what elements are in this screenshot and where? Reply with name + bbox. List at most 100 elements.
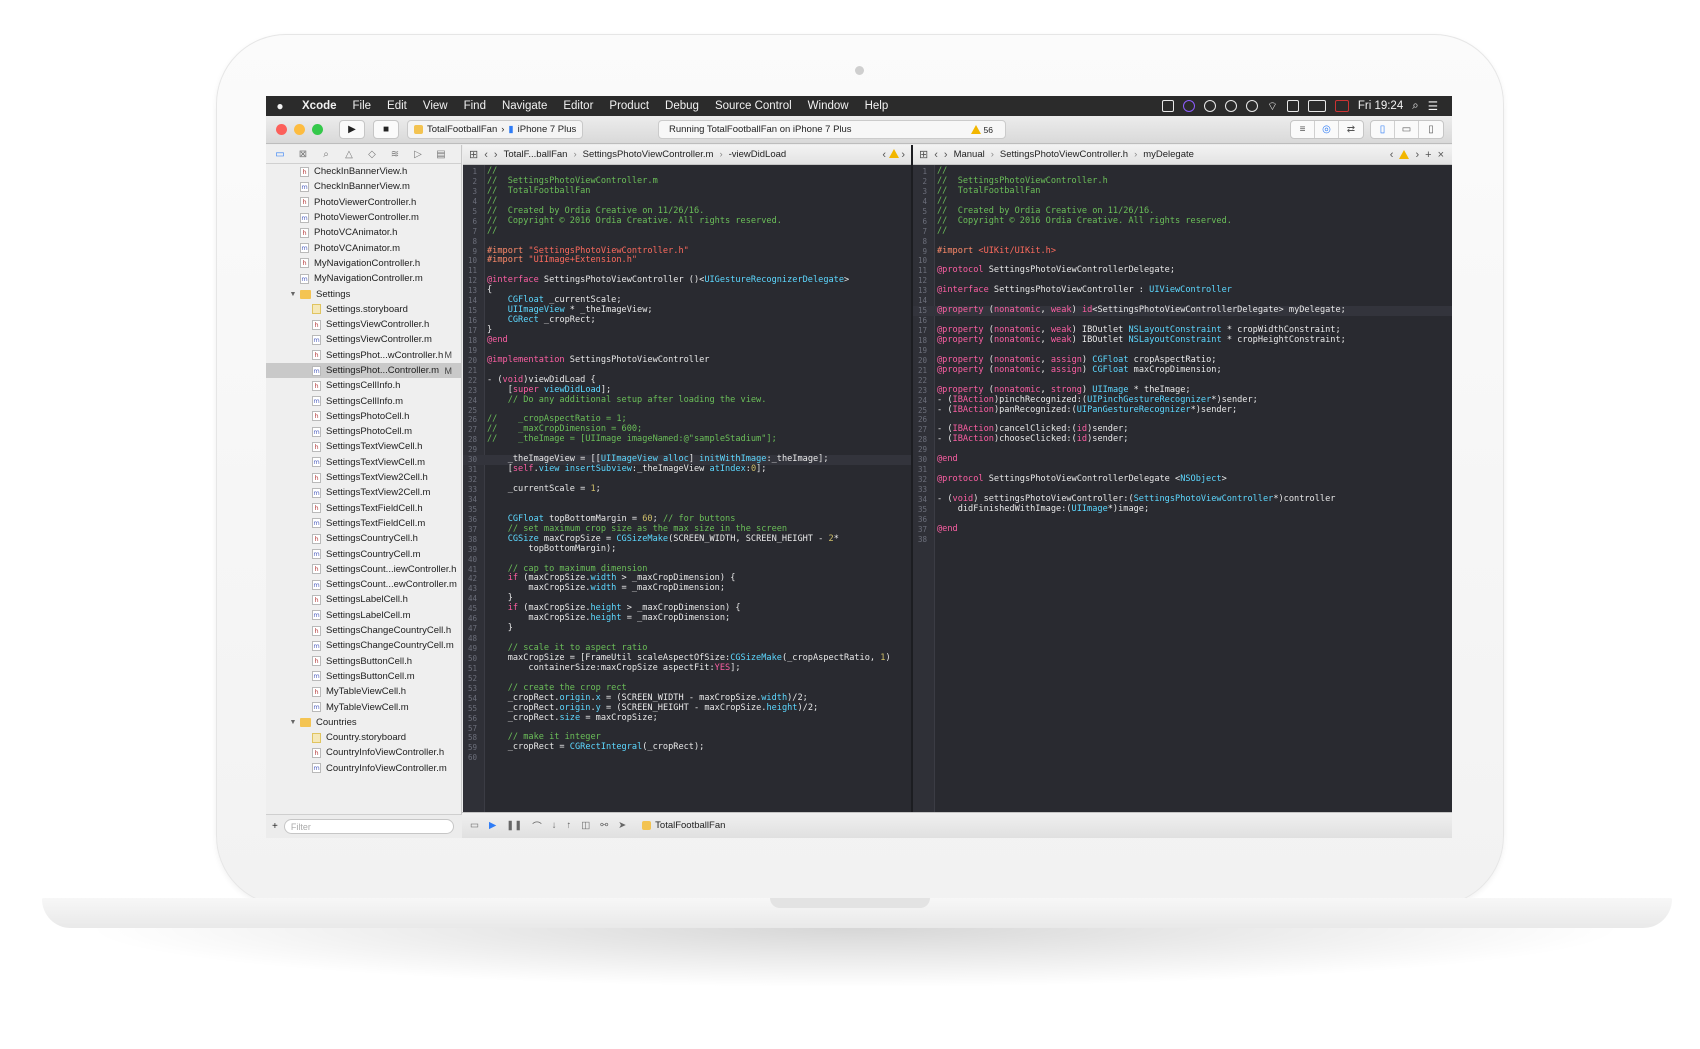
navigator-file[interactable]: m SettingsButtonCell.m bbox=[266, 669, 462, 684]
code-line[interactable]: 29 bbox=[913, 445, 1452, 455]
hide-debug-area-icon[interactable]: ▭ bbox=[470, 820, 479, 831]
navigator-file[interactable]: m SettingsCount...ewController.m bbox=[266, 577, 462, 592]
standard-editor-icon[interactable]: ≡ bbox=[1291, 121, 1315, 138]
back-arrow-icon[interactable]: ‹ bbox=[934, 149, 938, 161]
code-line[interactable]: 10 #import "UIImage+Extension.h" bbox=[463, 255, 911, 266]
disclosure-triangle-icon[interactable]: ▼ bbox=[288, 719, 298, 726]
issue-warning-icon[interactable]: △ bbox=[341, 149, 357, 160]
navigator-file[interactable]: h MyTableViewCell.h bbox=[266, 684, 462, 699]
next-issue-icon[interactable]: › bbox=[1415, 149, 1419, 161]
navigator-file[interactable]: h SettingsPhot...wController.h M bbox=[266, 348, 462, 363]
code-line[interactable]: 25 - (IBAction)panRecognized:(UIPanGestur… bbox=[913, 405, 1452, 416]
navigator-file[interactable]: h CheckInBannerView.h bbox=[266, 164, 462, 179]
code-line[interactable]: 11 @protocol SettingsPhotoViewControllerD… bbox=[913, 265, 1452, 276]
jump-mode[interactable]: Manual bbox=[954, 149, 985, 160]
step-over-icon[interactable]: ⌒ bbox=[532, 819, 542, 833]
navigator-file[interactable]: m SettingsPhot...Controller.m M bbox=[266, 362, 462, 379]
menu-window[interactable]: Window bbox=[800, 100, 857, 112]
navigator-file[interactable]: h PhotoVCAnimator.h bbox=[266, 225, 462, 240]
related-items-icon[interactable]: ⊞ bbox=[469, 148, 478, 161]
navigator-file[interactable]: m MyNavigationController.m bbox=[266, 271, 462, 286]
code-line[interactable]: 56 _cropRect.size = maxCropSize; bbox=[463, 713, 911, 724]
navigator-file[interactable]: h PhotoViewerController.h bbox=[266, 195, 462, 210]
navigator-file[interactable]: h SettingsCount...iewController.h bbox=[266, 562, 462, 577]
navigator-file[interactable]: h SettingsTextViewCell.h bbox=[266, 439, 462, 454]
airplay-icon[interactable] bbox=[1286, 100, 1299, 112]
folder-icon[interactable]: ▭ bbox=[272, 149, 288, 160]
warning-icon[interactable] bbox=[888, 148, 899, 158]
menu-find[interactable]: Find bbox=[456, 100, 494, 112]
right-code-editor[interactable]: 1 // 2 // SettingsPhotoViewController.h 3 // … bbox=[913, 165, 1452, 812]
code-line[interactable]: 12 @interface SettingsPhotoViewController… bbox=[463, 275, 911, 286]
code-line[interactable]: 60 bbox=[463, 753, 911, 763]
navigator-file[interactable]: Settings.storyboard bbox=[266, 302, 462, 317]
debug-navigator-icon[interactable]: ≋ bbox=[387, 149, 403, 160]
code-line[interactable]: 24 // Do any additional setup after load… bbox=[463, 395, 911, 406]
menu-editor[interactable]: Editor bbox=[555, 100, 601, 112]
navigator-group[interactable]: ▼ Countries bbox=[266, 715, 462, 730]
test-icon[interactable]: ◇ bbox=[364, 149, 380, 160]
code-line[interactable]: 16 CGRect _cropRect; bbox=[463, 315, 911, 326]
simulate-location-icon[interactable]: ➤ bbox=[618, 820, 626, 831]
prev-issue-icon[interactable]: ‹ bbox=[882, 149, 886, 161]
version-editor-icon[interactable]: ⇄ bbox=[1339, 121, 1363, 138]
menu-clock[interactable]: Fri 19:24 bbox=[1358, 100, 1403, 112]
code-line[interactable]: 47 } bbox=[463, 623, 911, 634]
time-machine-icon[interactable] bbox=[1225, 100, 1238, 112]
navigator-file[interactable]: h SettingsCountryCell.h bbox=[266, 531, 462, 546]
navigator-file[interactable]: m MyTableViewCell.m bbox=[266, 699, 462, 714]
report-icon[interactable]: ▤ bbox=[433, 149, 449, 160]
source-control-icon[interactable]: ⊠ bbox=[295, 149, 311, 160]
navigator-file[interactable]: m SettingsChangeCountryCell.m bbox=[266, 638, 462, 653]
navigator-file[interactable]: h SettingsTextFieldCell.h bbox=[266, 501, 462, 516]
code-line[interactable]: 6 // Copyright © 2016 Ordia Creative. All… bbox=[913, 216, 1452, 227]
code-line[interactable]: 35 didFinishedWithImage:(UIImage*)image; bbox=[913, 504, 1452, 515]
zoom-window-button[interactable] bbox=[312, 124, 323, 135]
view-debugger-icon[interactable]: ◫ bbox=[581, 820, 590, 831]
navigator-file[interactable]: m SettingsTextViewCell.m bbox=[266, 455, 462, 470]
navigator-file[interactable]: h SettingsButtonCell.h bbox=[266, 654, 462, 669]
jump-project[interactable]: TotalF...ballFan bbox=[504, 149, 568, 160]
navigator-file[interactable]: m SettingsCountryCell.m bbox=[266, 546, 462, 561]
navigator-file[interactable]: h CountryInfoViewController.h bbox=[266, 745, 462, 760]
run-button[interactable]: ▶ bbox=[339, 120, 365, 139]
menu-navigate[interactable]: Navigate bbox=[494, 100, 555, 112]
prev-issue-icon[interactable]: ‹ bbox=[1390, 149, 1394, 161]
utilities-toggle-icon[interactable]: ▯ bbox=[1419, 121, 1443, 138]
code-line[interactable]: 28 - (IBAction)chooseClicked:(id)sender; bbox=[913, 434, 1452, 445]
jump-file[interactable]: SettingsPhotoViewController.m bbox=[583, 149, 714, 160]
menu-edit[interactable]: Edit bbox=[379, 100, 415, 112]
code-line[interactable]: 34 bbox=[463, 495, 911, 505]
close-editor-icon[interactable]: × bbox=[1438, 149, 1444, 161]
navigator-file[interactable]: h SettingsTextView2Cell.h bbox=[266, 470, 462, 485]
left-code-editor[interactable]: 1 // 2 // SettingsPhotoViewController.m 3 // … bbox=[463, 165, 911, 812]
code-line[interactable]: 46 maxCropSize.height = _maxCropDimensio… bbox=[463, 613, 911, 624]
navigator-file[interactable]: h SettingsPhotoCell.h bbox=[266, 409, 462, 424]
jump-symbol[interactable]: myDelegate bbox=[1143, 149, 1194, 160]
navigator-file[interactable]: m SettingsTextFieldCell.m bbox=[266, 516, 462, 531]
code-line[interactable]: 18 @property (nonatomic, weak) IBOutlet N… bbox=[913, 335, 1452, 346]
siri-icon[interactable] bbox=[1183, 100, 1196, 112]
code-line[interactable]: 18 @end bbox=[463, 335, 911, 346]
close-window-button[interactable] bbox=[276, 124, 287, 135]
navigator-file[interactable]: h SettingsChangeCountryCell.h bbox=[266, 623, 462, 638]
code-line[interactable]: 32 @protocol SettingsPhotoViewControllerD… bbox=[913, 474, 1452, 485]
jump-symbol[interactable]: -viewDidLoad bbox=[729, 149, 787, 160]
find-icon[interactable]: ⌕ bbox=[318, 149, 334, 160]
navigator-file[interactable]: m CheckInBannerView.m bbox=[266, 179, 462, 194]
navigator-file[interactable]: h MyNavigationController.h bbox=[266, 256, 462, 271]
code-line[interactable]: 59 _cropRect = CGRectIntegral(_cropRect)… bbox=[463, 742, 911, 753]
forward-arrow-icon[interactable]: › bbox=[494, 149, 498, 161]
flag-uk-icon[interactable] bbox=[1334, 100, 1349, 112]
assistant-editor-icon[interactable]: ◎ bbox=[1315, 121, 1339, 138]
navigator-toggle-icon[interactable]: ▯ bbox=[1371, 121, 1395, 138]
next-issue-icon[interactable]: › bbox=[901, 149, 905, 161]
navigator-file[interactable]: m SettingsLabelCell.m bbox=[266, 608, 462, 623]
wifi-icon[interactable]: ⌔ bbox=[1267, 99, 1278, 114]
code-line[interactable]: 7 // bbox=[463, 226, 911, 237]
scheme-selector[interactable]: TotalFootballFan › ▮ iPhone 7 Plus bbox=[407, 120, 584, 139]
add-file-icon[interactable]: + bbox=[272, 821, 278, 832]
code-line[interactable]: 51 containerSize:maxCropSize aspectFit:Y… bbox=[463, 663, 911, 674]
code-line[interactable]: 21 @property (nonatomic, assign) CGFloat … bbox=[913, 365, 1452, 376]
back-arrow-icon[interactable]: ‹ bbox=[484, 149, 488, 161]
